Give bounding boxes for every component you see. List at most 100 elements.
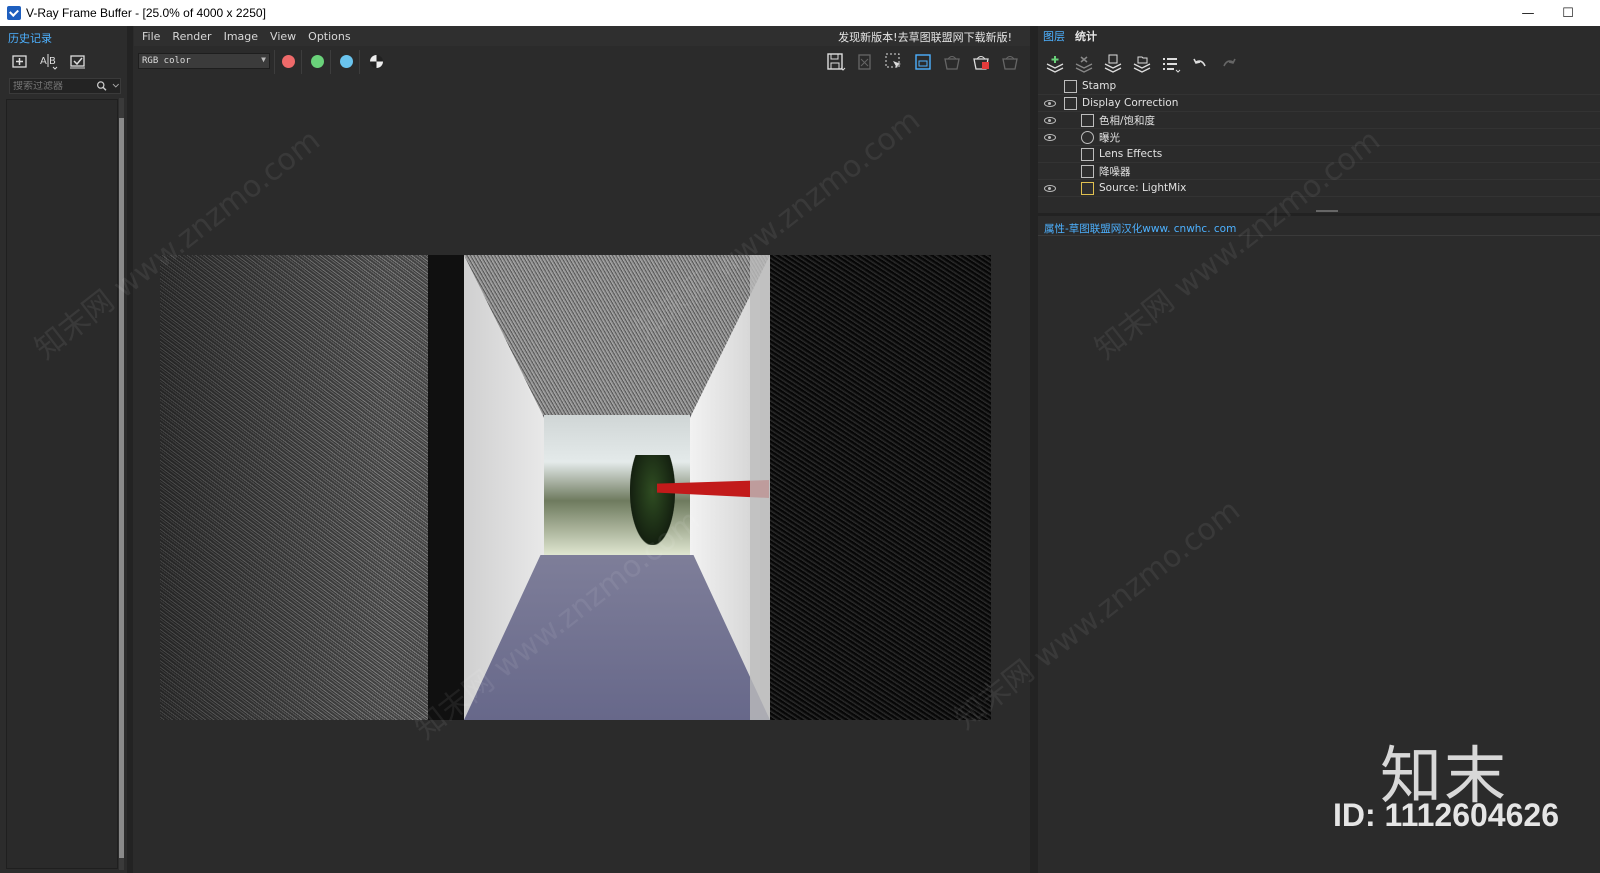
history-panel: 历史记录 AB [0, 26, 127, 873]
watermark-id: ID: 1112604626 [1333, 797, 1559, 833]
lens-effects-icon [1081, 147, 1094, 161]
toolbar-separator [359, 50, 360, 74]
right-splitter[interactable] [1030, 26, 1038, 873]
chevron-down-icon: ▼ [261, 55, 266, 64]
window-title: V-Ray Frame Buffer - [25.0% of 4000 x 22… [26, 6, 266, 20]
eye-icon[interactable] [1044, 133, 1056, 141]
image-edge [750, 255, 770, 720]
green-channel-button[interactable] [311, 55, 324, 68]
menu-image[interactable]: Image [218, 30, 264, 43]
layer-list-icon[interactable] [1160, 53, 1182, 75]
layer-name: Lens Effects [1099, 148, 1163, 160]
layer-name: 曝光 [1099, 131, 1120, 144]
menu-options[interactable]: Options [302, 30, 356, 43]
blue-channel-button[interactable] [340, 55, 353, 68]
menu-render[interactable]: Render [166, 30, 217, 43]
image-right-dark [770, 255, 991, 720]
hue-saturation-icon [1081, 113, 1094, 127]
image-dark-pillar [428, 255, 464, 720]
layers-tabs: 图层 统计 [1038, 26, 1102, 45]
stamp-icon [1064, 79, 1077, 93]
layer-row-denoiser[interactable]: 降噪器 [1038, 163, 1600, 180]
scrollbar-thumb[interactable] [119, 118, 124, 858]
update-notice[interactable]: 发现新版本!去草图联盟网下载新版! [838, 29, 1012, 45]
search-icon[interactable] [96, 80, 107, 92]
eye-icon[interactable] [1044, 99, 1056, 107]
stop-render-icon[interactable] [969, 51, 992, 73]
left-splitter[interactable] [127, 26, 133, 873]
lightbulb-icon [1081, 181, 1094, 195]
maximize-button[interactable]: ☐ [1548, 0, 1588, 26]
layer-name: 色相/饱和度 [1099, 114, 1156, 127]
render-last-icon[interactable] [940, 51, 963, 73]
toolbar-separator [301, 50, 302, 74]
red-channel-button[interactable] [282, 55, 295, 68]
properties-header: 属性-草图联盟网汉化www. cnwhc. com [1038, 213, 1600, 235]
history-toolbar: AB [10, 51, 88, 71]
layer-tree: Stamp Display Correction 色相/饱和度 曝光 Lens … [1038, 78, 1600, 213]
history-list[interactable] [6, 99, 118, 869]
layers-panel: 图层 统计 Stamp Display Correction 色相/饱和度 曝光… [1038, 26, 1600, 873]
load-layer-icon[interactable] [1131, 53, 1153, 75]
eye-icon[interactable] [1044, 116, 1056, 124]
image-plant [630, 455, 675, 545]
panel-resize-grip[interactable] [1316, 210, 1338, 212]
channel-value: RGB color [142, 56, 191, 66]
save-image-icon[interactable] [824, 51, 847, 73]
layer-row-hue-saturation[interactable]: 色相/饱和度 [1038, 112, 1600, 129]
save-to-history-icon[interactable] [10, 51, 30, 71]
properties-area [1038, 235, 1600, 873]
exposure-icon [1081, 130, 1094, 144]
layer-row-display-correction[interactable]: Display Correction [1038, 95, 1600, 112]
rendered-image [160, 255, 991, 720]
chevron-down-icon[interactable] [112, 82, 120, 90]
toolbar-separator [330, 50, 331, 74]
render-viewport[interactable] [134, 80, 1030, 870]
layer-name: 降噪器 [1099, 165, 1131, 178]
layer-name: Stamp [1082, 80, 1117, 92]
image-left-wall [160, 255, 428, 720]
channel-select[interactable]: RGB color ▼ [138, 53, 270, 69]
track-mouse-icon[interactable] [911, 51, 934, 73]
render-icon[interactable] [998, 51, 1021, 73]
minimize-button[interactable]: — [1508, 0, 1548, 26]
save-layer-icon[interactable] [1102, 53, 1124, 75]
ab-compare-icon[interactable]: AB [39, 51, 59, 71]
eye-icon[interactable] [1044, 184, 1056, 192]
properties-label: 属性-草图联盟网汉化www. cnwhc. com [1044, 223, 1237, 235]
delete-layer-icon[interactable] [1073, 53, 1095, 75]
clear-image-icon[interactable] [853, 51, 876, 73]
undo-icon[interactable] [1189, 53, 1211, 75]
mono-view-button[interactable] [370, 55, 383, 68]
render-tools [824, 51, 1021, 73]
layer-name: Display Correction [1082, 97, 1179, 109]
svg-text:A: A [40, 56, 47, 67]
layer-row-lightmix[interactable]: Source: LightMix [1038, 180, 1600, 197]
menu-bar: File Render Image View Options 发现新版本!去草图… [134, 26, 1030, 46]
tab-history[interactable]: 历史记录 [8, 30, 52, 46]
layer-row-lens-effects[interactable]: Lens Effects [1038, 146, 1600, 163]
menu-view[interactable]: View [264, 30, 302, 43]
history-search-input[interactable] [10, 80, 92, 92]
svg-text:B: B [49, 56, 56, 67]
layer-row-exposure[interactable]: 曝光 [1038, 129, 1600, 146]
tab-layers[interactable]: 图层 [1038, 26, 1070, 46]
toolbar-separator [274, 50, 275, 74]
layers-toolbar [1044, 53, 1240, 75]
history-options-icon[interactable] [68, 51, 88, 71]
tab-stats[interactable]: 统计 [1070, 26, 1102, 46]
region-render-icon[interactable] [882, 51, 905, 73]
history-search [9, 78, 121, 94]
vray-app-icon [7, 6, 21, 20]
vfb-toolbar: RGB color ▼ [134, 48, 1030, 78]
layer-name: Source: LightMix [1099, 182, 1187, 194]
title-bar: V-Ray Frame Buffer - [25.0% of 4000 x 22… [0, 0, 1600, 26]
layer-row-stamp[interactable]: Stamp [1038, 78, 1600, 95]
display-correction-icon [1064, 96, 1077, 110]
menu-file[interactable]: File [134, 30, 166, 43]
redo-icon[interactable] [1218, 53, 1240, 75]
history-scrollbar[interactable] [119, 98, 124, 870]
denoiser-icon [1081, 164, 1094, 178]
create-layer-icon[interactable] [1044, 53, 1066, 75]
frame-buffer-area: File Render Image View Options 发现新版本!去草图… [134, 26, 1030, 873]
